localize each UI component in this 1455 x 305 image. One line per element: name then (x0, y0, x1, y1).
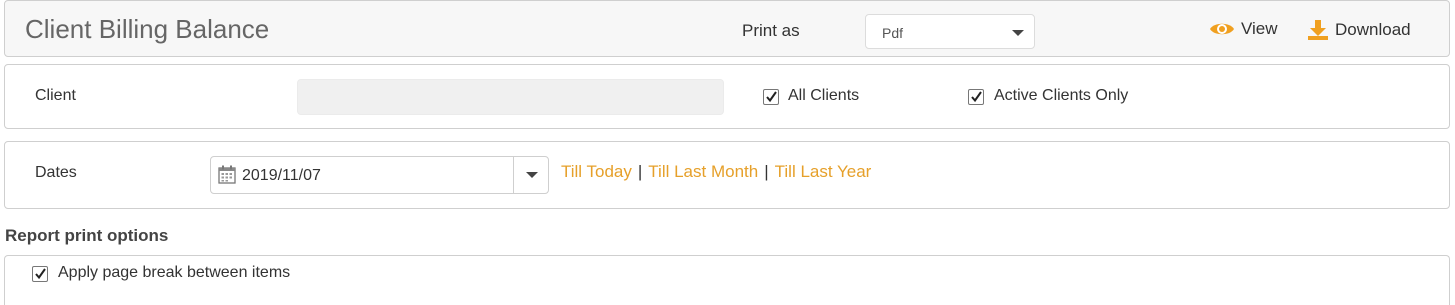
till-last-month-link[interactable]: Till Last Month (648, 162, 758, 182)
date-value: 2019/11/07 (242, 167, 321, 184)
active-clients-only-label: Active Clients Only (994, 87, 1129, 104)
till-today-link[interactable]: Till Today (561, 162, 632, 182)
shortcut-separator: | (764, 162, 769, 181)
report-header: Client Billing Balance Print as Pdf View… (4, 0, 1450, 57)
dates-filter-panel: Dates 2019/11/07 Till Today | Till Last … (4, 141, 1450, 209)
print-format-value: Pdf (882, 25, 904, 41)
active-clients-only-checkbox[interactable] (968, 89, 984, 105)
view-button[interactable]: View (1209, 19, 1278, 39)
page-break-checkbox[interactable] (32, 266, 48, 282)
shortcut-separator: | (637, 162, 643, 181)
checkmark-icon (35, 268, 46, 280)
download-icon (1307, 19, 1329, 41)
date-divider (513, 157, 514, 193)
report-print-options-title: Report print options (5, 226, 169, 245)
client-label: Client (35, 87, 76, 104)
chevron-down-icon[interactable] (526, 172, 538, 178)
calendar-icon (218, 165, 236, 189)
client-filter-panel: Client All Clients Active Clients Only (4, 64, 1450, 129)
page-break-label: Apply page break between items (58, 264, 291, 281)
till-last-year-link[interactable]: Till Last Year (775, 162, 872, 182)
print-as-label: Print as (742, 21, 800, 40)
date-shortcuts: Till Today | Till Last Month | Till Last… (561, 162, 871, 182)
date-picker[interactable]: 2019/11/07 (210, 156, 549, 194)
download-label: Download (1335, 20, 1411, 39)
report-options-panel: Apply page break between items (4, 255, 1450, 305)
print-format-select[interactable]: Pdf (865, 14, 1035, 49)
dates-label: Dates (35, 164, 77, 181)
view-label: View (1241, 19, 1278, 38)
chevron-down-icon (1012, 30, 1024, 36)
download-button[interactable]: Download (1307, 19, 1411, 41)
all-clients-checkbox[interactable] (763, 89, 779, 105)
checkmark-icon (766, 91, 777, 103)
page-title: Client Billing Balance (25, 14, 270, 44)
checkmark-icon (971, 91, 982, 103)
eye-icon (1209, 20, 1235, 38)
all-clients-label: All Clients (788, 87, 860, 104)
client-input[interactable] (297, 79, 724, 115)
